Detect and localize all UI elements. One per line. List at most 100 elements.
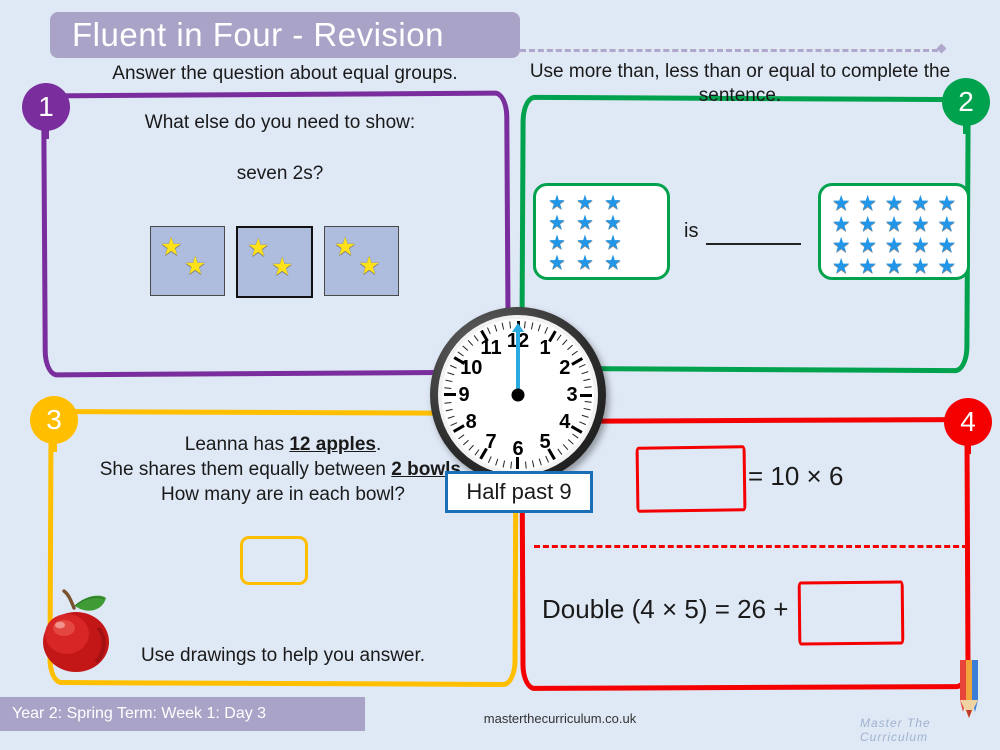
star-icon: ★ — [884, 234, 904, 257]
clock-hour-number: 6 — [512, 438, 524, 460]
question-3-answer-box[interactable] — [240, 536, 308, 585]
star-array-row: ★ ★ ★ — [544, 253, 659, 273]
question-2-connector: is — [684, 220, 699, 242]
q3-line1-emphasis: 12 apples — [289, 434, 376, 455]
star-icon: ★ — [576, 212, 594, 234]
star-icon: ★ — [858, 255, 878, 278]
question-2-instruction: Use more than, less than or equal to com… — [529, 61, 951, 106]
brand-watermark: Master The Curriculum — [860, 716, 931, 744]
star-icon: ★ — [160, 233, 183, 261]
star-icon: ★ — [884, 213, 904, 236]
apple-icon — [43, 589, 109, 672]
star-icon: ★ — [548, 252, 566, 274]
star-icon: ★ — [884, 255, 904, 278]
star-group-box: ★ ★ — [150, 226, 225, 296]
title-diamond-icon — [936, 43, 947, 54]
q3-line3: How many are in each bowl? — [161, 484, 405, 505]
star-array-row: ★ ★ ★ — [544, 233, 659, 253]
star-icon: ★ — [937, 192, 957, 215]
question-1-prompt-line-2: seven 2s? — [236, 163, 324, 184]
star-icon: ★ — [911, 192, 930, 215]
star-icon: ★ — [576, 232, 594, 254]
badge-stem — [43, 123, 49, 139]
title-dashed-rule — [520, 49, 938, 52]
star-icon: ★ — [831, 213, 851, 236]
clock-center-pin — [511, 388, 525, 402]
question-4-equation-2: Double (4 × 5) = 26 + — [542, 594, 789, 624]
star-icon: ★ — [604, 252, 622, 274]
star-array-row: ★ ★ ★ — [544, 213, 659, 233]
star-icon: ★ — [937, 255, 957, 278]
badge-label: 1 — [38, 91, 54, 122]
star-icon: ★ — [937, 234, 957, 257]
star-group-box: ★ ★ — [236, 226, 313, 298]
question-1-prompt-line-1: What else do you need to show: — [144, 112, 416, 133]
lesson-label: Year 2: Spring Term: Week 1: Day 3 — [12, 705, 267, 722]
star-icon: ★ — [576, 192, 594, 214]
worksheet-canvas: Fluent in Four - Revision 1 Answer the q… — [0, 0, 1000, 750]
badge-label: 4 — [960, 406, 976, 437]
clock-hour-number: 11 — [480, 337, 502, 360]
question-number-badge-2: 2 — [942, 78, 990, 134]
star-icon: ★ — [884, 192, 904, 215]
star-array-row: ★ ★ ★ ★ ★ — [829, 193, 959, 214]
star-icon: ★ — [831, 255, 851, 278]
page-title: Fluent in Four - Revision — [72, 16, 444, 53]
question-number-badge-1: 1 — [22, 83, 70, 139]
clock-hour-number: 9 — [458, 384, 470, 406]
star-array-row: ★ ★ ★ — [544, 193, 659, 213]
star-icon: ★ — [911, 255, 930, 278]
badge-label: 3 — [46, 404, 62, 435]
badge-stem — [963, 118, 969, 134]
question-4-answer-box-1[interactable] — [635, 445, 747, 513]
star-icon: ★ — [858, 234, 878, 257]
website-label: masterthecurriculum.co.uk — [483, 711, 637, 726]
clock-hour-number: 5 — [539, 430, 551, 453]
question-4-divider — [534, 545, 968, 548]
star-icon: ★ — [184, 252, 207, 280]
badge-label: 2 — [958, 86, 974, 117]
star-group-box: ★ ★ — [324, 226, 399, 296]
star-icon: ★ — [548, 212, 566, 234]
clock-minute-hand — [516, 331, 520, 395]
star-array-right: ★ ★ ★ ★ ★ ★ ★ ★ ★ ★ ★ ★ ★ ★ ★ ★ ★ ★ ★ ★ — [818, 183, 970, 280]
badge-stem — [51, 436, 57, 452]
star-array-row: ★ ★ ★ ★ ★ — [829, 214, 959, 235]
star-icon: ★ — [358, 252, 381, 280]
analogue-clock: 121234567891011 — [430, 307, 606, 483]
q3-line2-a: She shares them equally between — [99, 459, 392, 480]
question-3-hint: Use drawings to help you answer. — [140, 645, 426, 666]
question-number-badge-4: 4 — [944, 398, 992, 454]
question-number-badge-3: 3 — [30, 396, 78, 452]
question-1-instruction: Answer the question about equal groups. — [112, 63, 458, 84]
star-icon: ★ — [576, 252, 594, 274]
star-array-row: ★ ★ ★ ★ ★ — [829, 256, 959, 277]
clock-hour-number: 3 — [566, 384, 578, 406]
star-icon: ★ — [858, 213, 878, 236]
star-icon: ★ — [247, 234, 270, 262]
clock-face: 121234567891011 — [442, 319, 594, 471]
star-icon: ★ — [911, 213, 930, 236]
star-icon: ★ — [548, 192, 566, 214]
clock-hour-number: 2 — [559, 357, 571, 379]
q3-line1-a: Leanna has — [184, 434, 290, 455]
star-icon: ★ — [271, 253, 294, 281]
badge-stem — [965, 438, 971, 454]
star-icon: ★ — [604, 192, 622, 214]
star-icon: ★ — [911, 234, 930, 257]
star-icon: ★ — [831, 234, 851, 257]
q3-line1-c: . — [375, 434, 382, 455]
star-icon: ★ — [831, 192, 851, 215]
star-icon: ★ — [548, 232, 566, 254]
star-icon: ★ — [858, 192, 878, 215]
star-icon: ★ — [937, 213, 957, 236]
star-array-left: ★ ★ ★ ★ ★ ★ ★ ★ ★ ★ ★ ★ — [533, 183, 670, 280]
star-icon: ★ — [334, 233, 357, 261]
clock-hour-number: 4 — [559, 411, 571, 433]
clock-time-label: Half past 9 — [445, 471, 593, 513]
question-2-answer-blank[interactable] — [706, 243, 801, 245]
pencil-icon — [960, 660, 978, 718]
star-array-row: ★ ★ ★ ★ ★ — [829, 235, 959, 256]
question-4-equation-1: = 10 × 6 — [748, 461, 844, 491]
question-4-answer-box-2[interactable] — [797, 580, 905, 646]
